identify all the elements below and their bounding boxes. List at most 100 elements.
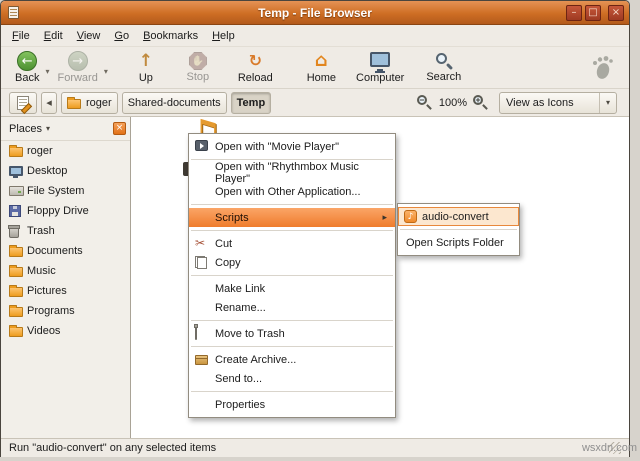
stop-button[interactable]: ✋ Stop xyxy=(180,50,216,85)
menu-item-open-with-movie-player[interactable]: Open with "Movie Player" xyxy=(189,137,395,156)
up-icon: ↑ xyxy=(138,51,153,71)
menu-file[interactable]: File xyxy=(5,27,37,45)
menu-item-open-with-rhythmbox[interactable]: Open with "Rhythmbox Music Player" xyxy=(189,160,395,185)
menu-go[interactable]: Go xyxy=(107,27,136,45)
sidebar-item-trash[interactable]: Trash xyxy=(1,221,130,241)
sidebar-item-file-system[interactable]: File System xyxy=(1,181,130,201)
submenu-item-label: Open Scripts Folder xyxy=(406,236,504,249)
sidebar-item-desktop[interactable]: Desktop xyxy=(1,161,130,181)
menu-help[interactable]: Help xyxy=(205,27,242,45)
forward-icon: → xyxy=(67,51,88,71)
view-mode-dropdown[interactable]: View as Icons ▾ xyxy=(499,91,617,114)
scripts-submenu: ♪ audio-convert Open Scripts Folder xyxy=(397,203,520,256)
sidebar-item-roger[interactable]: roger xyxy=(1,141,130,161)
toggle-location-entry-button[interactable] xyxy=(9,91,37,114)
sidebar-item-programs[interactable]: Programs xyxy=(1,301,130,321)
menu-separator xyxy=(191,204,393,205)
side-pane-title: Places xyxy=(9,122,43,135)
menu-item-scripts[interactable]: Scripts ▸ xyxy=(189,208,395,227)
breadcrumb-roger[interactable]: roger xyxy=(61,91,118,114)
drive-icon xyxy=(9,186,27,196)
desktop-icon xyxy=(9,166,27,178)
movie-player-icon xyxy=(195,140,208,151)
sidebar-item-videos[interactable]: Videos xyxy=(1,321,130,341)
audio-convert-icon: ♪ xyxy=(404,210,417,223)
stop-icon: ✋ xyxy=(188,52,207,70)
sidebar-item-label: Floppy Drive xyxy=(27,205,89,217)
back-label: Back xyxy=(15,72,40,84)
close-button[interactable]: × xyxy=(608,5,624,21)
trash-icon xyxy=(8,224,27,238)
reload-label: Reload xyxy=(237,72,273,84)
menubar: File Edit View Go Bookmarks Help xyxy=(1,25,629,47)
zoom-out-button[interactable]: − xyxy=(416,94,433,111)
menu-item-rename[interactable]: Rename... xyxy=(189,298,395,317)
home-button[interactable]: ⌂ Home xyxy=(301,49,342,86)
zoom-in-button[interactable]: + xyxy=(473,94,489,111)
submenu-item-label: audio-convert xyxy=(422,210,489,223)
close-side-pane-button[interactable]: × xyxy=(113,122,126,135)
sidebar-item-documents[interactable]: Documents xyxy=(1,241,130,261)
side-pane-selector[interactable]: Places ▾ × xyxy=(1,117,130,141)
computer-label: Computer xyxy=(356,71,405,84)
location-bar: ◂ roger Shared-documents Temp − 100% + V… xyxy=(1,89,629,117)
menu-item-send-to[interactable]: Send to... xyxy=(189,369,395,388)
maximize-button[interactable]: □ xyxy=(585,5,601,21)
search-button[interactable]: Search xyxy=(420,50,467,85)
sidebar-item-floppy-drive[interactable]: Floppy Drive xyxy=(1,201,130,221)
up-label: Up xyxy=(138,72,153,84)
home-label: Home xyxy=(306,72,337,84)
menu-item-label: Rename... xyxy=(215,301,266,314)
trash-icon xyxy=(195,326,197,340)
folder-icon xyxy=(9,285,27,297)
up-button[interactable]: ↑ Up xyxy=(128,49,164,86)
menu-item-make-link[interactable]: Make Link xyxy=(189,279,395,298)
stop-label: Stop xyxy=(186,71,210,83)
computer-icon xyxy=(370,51,391,71)
menu-edit[interactable]: Edit xyxy=(37,27,70,45)
menu-item-cut[interactable]: ✂ Cut xyxy=(189,234,395,253)
menu-item-create-archive[interactable]: Create Archive... xyxy=(189,350,395,369)
view-mode-label: View as Icons xyxy=(506,96,574,109)
menu-separator xyxy=(191,275,393,276)
archive-icon xyxy=(195,355,208,365)
edit-location-icon xyxy=(17,95,29,110)
computer-button[interactable]: Computer xyxy=(350,50,410,86)
menu-item-move-to-trash[interactable]: Move to Trash xyxy=(189,324,395,343)
menu-item-properties[interactable]: Properties xyxy=(189,395,395,414)
back-history-chevron[interactable]: ▾ xyxy=(45,67,49,76)
submenu-item-audio-convert[interactable]: ♪ audio-convert xyxy=(398,207,519,226)
submenu-item-open-scripts-folder[interactable]: Open Scripts Folder xyxy=(398,233,519,252)
sidebar-item-label: Programs xyxy=(27,305,75,317)
breadcrumb-scroll-left-button[interactable]: ◂ xyxy=(41,91,57,114)
menu-item-label: Properties xyxy=(215,398,266,411)
reload-icon: ↻ xyxy=(248,51,262,70)
reload-button[interactable]: ↻ Reload xyxy=(232,49,279,86)
menu-view[interactable]: View xyxy=(70,27,108,45)
chevron-down-icon: ▾ xyxy=(46,124,51,133)
sidebar-item-label: Trash xyxy=(27,225,55,237)
folder-icon xyxy=(9,325,27,337)
menu-item-copy[interactable]: Copy xyxy=(189,253,395,272)
forward-history-chevron[interactable]: ▾ xyxy=(104,67,108,76)
breadcrumb-temp-label: Temp xyxy=(236,96,266,109)
sidebar-item-music[interactable]: Music xyxy=(1,261,130,281)
sidebar-item-label: Documents xyxy=(27,245,83,257)
sidebar-item-label: Music xyxy=(27,265,56,277)
search-label: Search xyxy=(426,71,462,83)
forward-button[interactable]: → Forward xyxy=(51,49,103,86)
menu-item-label: Open with "Rhythmbox Music Player" xyxy=(215,160,359,185)
menu-item-open-with-other-application[interactable]: Open with Other Application... xyxy=(189,182,395,201)
back-button[interactable]: ← Back xyxy=(9,49,45,86)
folder-icon xyxy=(9,245,27,257)
forward-label: Forward xyxy=(57,72,98,84)
menu-item-label: Make Link xyxy=(215,282,266,295)
menu-item-label: Move to Trash xyxy=(215,327,285,340)
breadcrumb-shared-documents-label: Shared-documents xyxy=(127,96,221,109)
menu-bookmarks[interactable]: Bookmarks xyxy=(136,27,205,45)
sidebar-item-label: Desktop xyxy=(27,165,68,177)
titlebar[interactable]: Temp - File Browser – □ × xyxy=(1,1,629,25)
minimize-button[interactable]: – xyxy=(566,5,582,21)
sidebar-item-pictures[interactable]: Pictures xyxy=(1,281,130,301)
window-menu-icon[interactable] xyxy=(8,6,19,19)
